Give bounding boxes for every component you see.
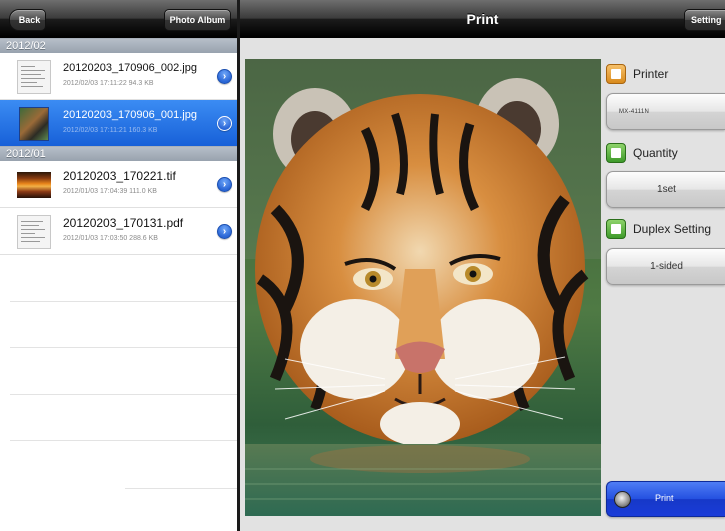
- duplex-label: Duplex Setting: [633, 222, 712, 236]
- printer-value: MX-4111N: [619, 109, 650, 115]
- sunset-thumbnail: [17, 172, 51, 198]
- left-navigation-bar: Back Photo Album: [0, 0, 237, 38]
- disclosure-icon[interactable]: ›: [217, 116, 232, 131]
- section-header-2012-02: 2012/02: [0, 38, 237, 53]
- empty-row-divider: [10, 394, 237, 395]
- quantity-value: 1set: [657, 184, 676, 195]
- print-pane: Print Setting Printer MX-4111N Quantity …: [240, 0, 725, 531]
- file-row[interactable]: 20120203_170906_002.jpg 2012/02/03 17:11…: [0, 53, 237, 100]
- print-button[interactable]: Print: [606, 481, 725, 517]
- tiger-thumbnail: [19, 107, 49, 141]
- document-thumbnail: [17, 60, 51, 94]
- back-button[interactable]: Back: [9, 9, 46, 31]
- printer-icon: [606, 64, 626, 84]
- photo-album-button[interactable]: Photo Album: [164, 9, 231, 31]
- tiger-photo: [245, 59, 601, 516]
- quantity-select-button[interactable]: 1set: [606, 171, 725, 208]
- printer-select-button[interactable]: MX-4111N: [606, 93, 725, 130]
- duplex-value: 1-sided: [650, 261, 683, 272]
- file-row[interactable]: 20120203_170221.tif 2012/01/03 17:04:39 …: [0, 161, 237, 208]
- disclosure-icon[interactable]: ›: [217, 224, 232, 239]
- right-navigation-bar: Print Setting: [240, 0, 725, 38]
- quantity-icon: [606, 143, 626, 163]
- file-meta: 2012/01/03 17:04:39 111.0 KB: [63, 188, 157, 195]
- disclosure-icon[interactable]: ›: [217, 69, 232, 84]
- empty-row-divider: [10, 347, 237, 348]
- disclosure-icon[interactable]: ›: [217, 177, 232, 192]
- file-meta: 2012/02/03 17:11:22 94.3 KB: [63, 80, 154, 87]
- print-button-label: Print: [655, 493, 674, 503]
- duplex-select-button[interactable]: 1-sided: [606, 248, 725, 285]
- file-meta: 2012/02/03 17:11:21 160.3 KB: [63, 127, 158, 134]
- file-name: 20120203_170131.pdf: [63, 216, 184, 230]
- file-row[interactable]: 20120203_170131.pdf 2012/01/03 17:03:50 …: [0, 208, 237, 255]
- duplex-icon: [606, 219, 626, 239]
- file-name: 20120203_170906_002.jpg: [63, 62, 197, 74]
- empty-row-divider: [10, 301, 237, 302]
- empty-row-divider: [10, 440, 237, 441]
- quantity-label: Quantity: [633, 146, 678, 160]
- section-header-2012-01: 2012/01: [0, 146, 237, 161]
- file-name: 20120203_170906_001.jpg: [63, 109, 197, 121]
- document-thumbnail: [17, 215, 51, 249]
- print-preview-image: [245, 59, 601, 516]
- setting-button[interactable]: Setting: [684, 9, 725, 31]
- empty-row-divider: [125, 488, 237, 489]
- page-title: Print: [466, 11, 499, 27]
- file-list-pane: Back Photo Album 2012/02 20120203_170906…: [0, 0, 237, 531]
- file-meta: 2012/01/03 17:03:50 288.6 KB: [63, 235, 158, 242]
- print-icon: [614, 491, 631, 508]
- printer-label: Printer: [633, 67, 669, 81]
- file-row[interactable]: 20120203_170906_001.jpg 2012/02/03 17:11…: [0, 100, 237, 147]
- file-name: 20120203_170221.tif: [63, 169, 176, 183]
